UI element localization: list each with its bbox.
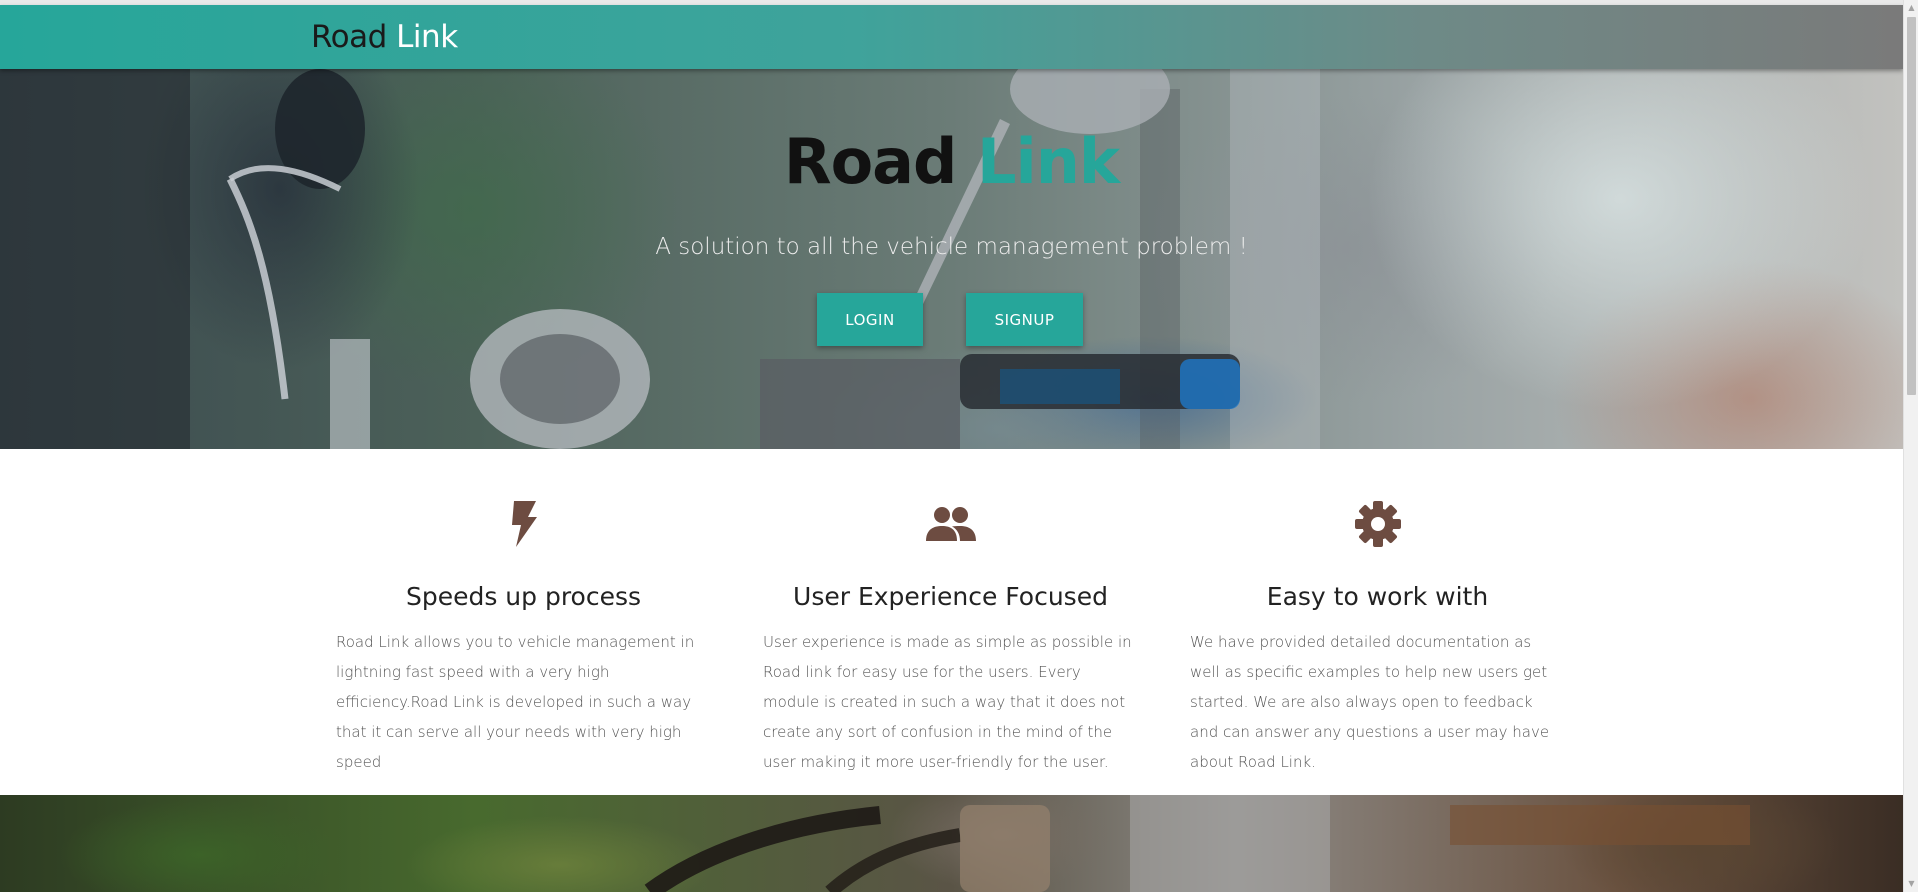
brand-part-1: Road (311, 19, 387, 55)
hero-subtitle: A solution to all the vehicle management… (655, 234, 1248, 260)
feature-title: User Experience Focused (793, 582, 1108, 611)
brand-logo-link[interactable]: Road Link (311, 19, 458, 55)
group-icon (763, 501, 1138, 549)
feature-title: Speeds up process (405, 582, 642, 611)
features-section: Speeds up process Road Link allows you t… (0, 449, 1903, 795)
feature-title: Easy to work with (1266, 582, 1489, 611)
flash-icon (336, 501, 711, 549)
page: Road Link Road Link A solution to all th… (0, 0, 1903, 892)
brand-part-2: Link (396, 19, 458, 55)
feature-text: Road Link allows you to vehicle manageme… (336, 633, 695, 771)
settings-icon (1190, 501, 1565, 549)
scroll-up-arrow-icon[interactable]: ▲ (1907, 3, 1916, 13)
hero-title-part-1: Road (783, 125, 958, 198)
hero-banner: Road Link A solution to all the vehicle … (0, 69, 1903, 449)
parallax-image-band (0, 795, 1903, 892)
navbar: Road Link (0, 5, 1903, 69)
login-button[interactable]: LOGIN (817, 293, 923, 346)
band-background-image (644, 795, 1750, 892)
hero-title: Road Link (0, 124, 1903, 200)
hero-title-part-2: Link (977, 125, 1120, 198)
signup-button[interactable]: SIGNUP (966, 293, 1083, 346)
feature-text: We have provided detailed documentation … (1190, 633, 1550, 771)
scrollbar-thumb[interactable] (1907, 17, 1916, 395)
vertical-scrollbar[interactable]: ▲ ▼ (1903, 0, 1918, 892)
scroll-down-arrow-icon[interactable]: ▼ (1907, 879, 1916, 889)
feature-text: User experience is made as simple as pos… (763, 633, 1132, 771)
